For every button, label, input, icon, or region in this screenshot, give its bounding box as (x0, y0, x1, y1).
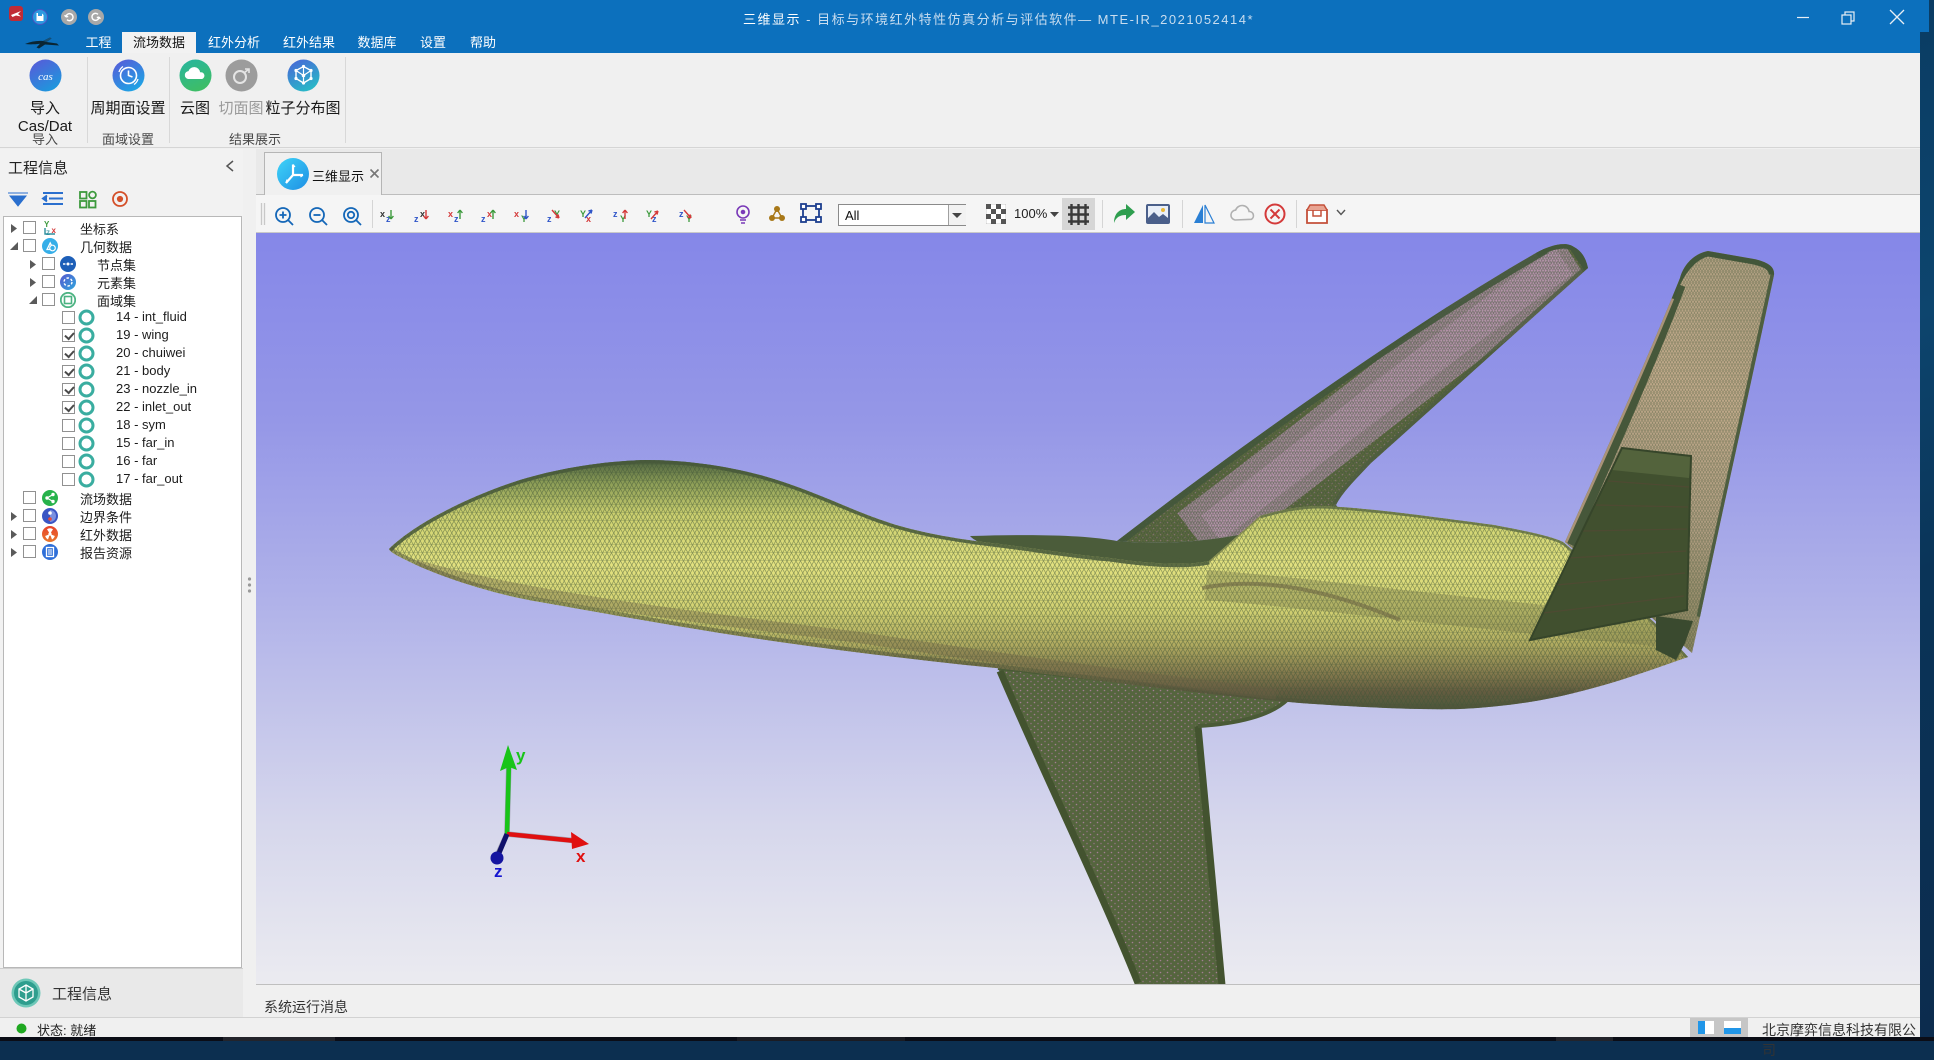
svg-text:x: x (576, 847, 586, 866)
svg-text:x: x (448, 209, 453, 219)
svg-text:z: z (613, 209, 618, 219)
svg-text:z: z (547, 214, 552, 224)
svg-text:y: y (516, 746, 526, 765)
svg-text:z: z (46, 228, 50, 236)
svg-text:z: z (481, 214, 486, 224)
svg-text:z: z (414, 214, 419, 224)
svg-text:z: z (494, 862, 503, 881)
svg-text:z: z (679, 209, 684, 219)
svg-text:z: z (454, 214, 459, 224)
svg-text:x: x (380, 209, 385, 219)
svg-text:cas: cas (38, 71, 53, 83)
svg-text:x: x (52, 226, 57, 235)
svg-text:x: x (514, 209, 519, 219)
svg-text:x: x (487, 209, 492, 219)
